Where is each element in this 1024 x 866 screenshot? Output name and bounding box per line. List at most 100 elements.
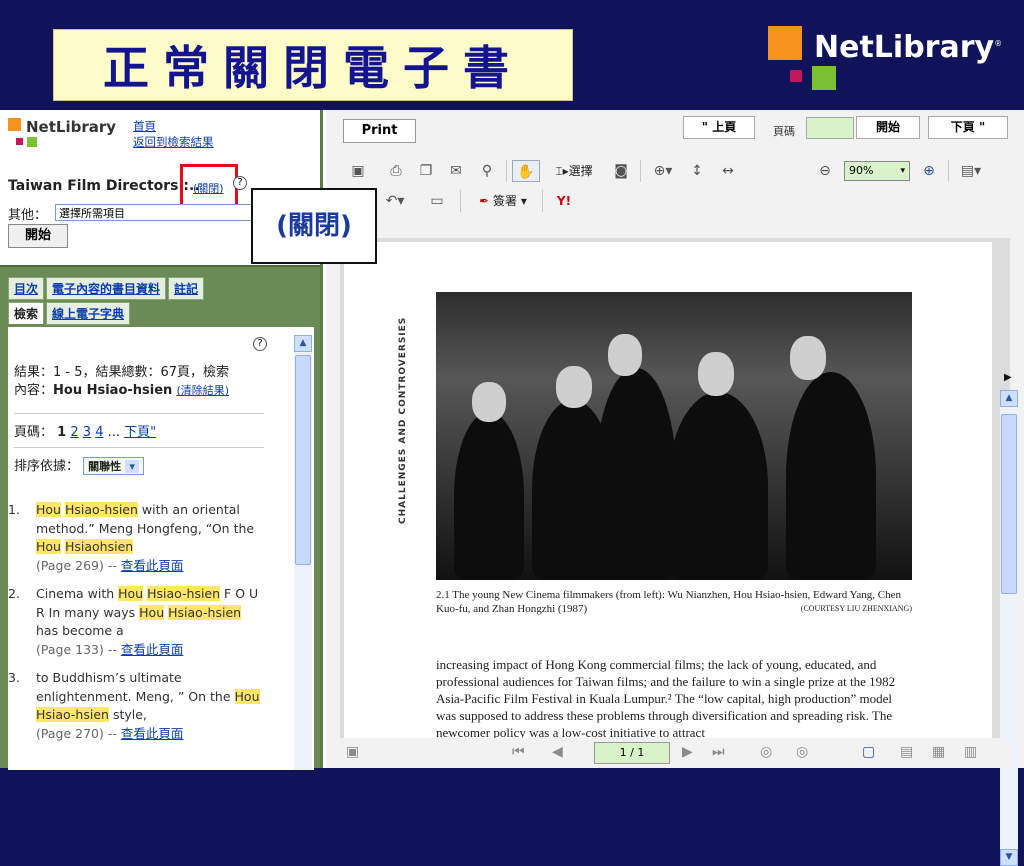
next-page-button[interactable]: 下頁 " [928,116,1008,139]
continuous-facing-icon[interactable]: ▥ [964,744,977,760]
brand-squares-icon [768,26,836,94]
pager-page[interactable]: 4 [95,425,103,440]
pager-page[interactable]: 3 [83,425,91,440]
results-summary-1: 結果：1 - 5，結果總數：67頁，檢索 [14,365,230,380]
chevron-down-icon: ▾ [900,166,905,176]
sign-button[interactable]: ✒ 簽署 ▾ [470,190,536,212]
prev-page-button[interactable]: " 上頁 [683,116,755,139]
sort-select[interactable]: 關聯性 ▾ [83,457,145,475]
result-item: 1. Hou Hsiao-hsien with an oriental metho… [8,502,255,573]
scroll-thumb[interactable] [1001,414,1017,594]
start-button[interactable]: 開始 [8,224,68,248]
back-icon[interactable]: ◎ [760,744,772,760]
search-results: ? ▲ 結果：1 - 5，結果總數：67頁，檢索 內容：Hou Hsiao-hs… [8,327,314,770]
pager-next-link[interactable]: 下頁" [124,425,156,440]
result-item: 3. to Buddhism’s ultimate enlightenment. … [8,670,260,741]
continuous-icon[interactable]: ▤ [900,744,913,760]
facing-icon[interactable]: ▦ [932,744,945,760]
last-page-icon[interactable]: ⏭ [712,744,725,760]
photo-credit: (COURTESY LIU ZHENXIANG) [800,604,912,613]
registered-mark: ® [994,39,1003,48]
page-options-icon[interactable]: ▤▾ [954,160,988,182]
reader-app: NetLibrary 首頁 返回到檢索結果 Taiwan Film Direct… [0,110,1024,866]
rotate-icon[interactable]: ↶▾ [380,190,410,212]
tab-bibliographic[interactable]: 電子內容的書目資料 [46,277,167,300]
home-link[interactable]: 首頁 [133,119,156,133]
page-indicator: 1 / 1 [594,742,670,764]
top-nav-row: Print " 上頁 頁碼 開始 下頁 " [326,110,1024,152]
chevron-down-icon: ▾ [125,460,140,473]
expand-arrow-icon[interactable]: ▶ [1004,372,1018,388]
fit-page-icon[interactable]: ↕ [686,160,708,182]
zoom-select[interactable]: 90% ▾ [844,161,910,181]
scroll-up-icon[interactable]: ▲ [294,335,312,352]
pager: 頁碼： 1 2 3 4 ... 下頁" [14,425,157,440]
scroll-up-icon[interactable]: ▲ [1000,390,1018,407]
left-tab-panel: 目次 電子內容的書目資料 註記 檢索 線上電子字典 ? ▲ 結果：1 - 5，結果總數… [0,265,320,770]
results-scrollbar[interactable]: ▲ [294,335,312,770]
reader-toolbar: ▣ ⎙ ❐ ✉ ⚲ ✋ ⌶▸選擇 ◙ ⊕▾ ↕ ↔ ⊖ 90% ▾ ⊕ ▤▾ ↶▾… [340,156,1008,228]
tab-row-1: 目次 電子內容的書目資料 註記 [8,277,206,300]
pager-current: 1 [57,425,67,440]
tab-notes[interactable]: 註記 [168,277,205,300]
help-icon[interactable]: ? [233,176,247,190]
page-icon[interactable]: ▭ [426,190,448,212]
single-page-icon[interactable]: ▢ [862,744,875,760]
slide-title: 正常關閉電子書 [103,41,523,95]
document-scrollbar[interactable]: ▲ ▼ [1000,390,1018,866]
slide-title-box: 正常關閉電子書 [53,29,573,101]
prev-page-icon[interactable]: ◀ [552,744,563,760]
print-button[interactable]: Print [343,119,416,143]
zoom-in-tool-icon[interactable]: ⊕▾ [646,160,680,182]
tab-row-2: 檢索 線上電子字典 [8,302,132,325]
go-button[interactable]: 開始 [856,116,920,139]
printer-icon[interactable]: ⎙ [386,160,406,182]
hand-tool-icon[interactable]: ✋ [512,160,540,182]
page-body-text: increasing impact of Hong Kong commercia… [436,657,896,738]
document-viewer: CHALLENGES AND CONTROVERSIES 2.1 The you… [340,238,1018,866]
book-title: Taiwan Film Directors :.. [8,178,200,194]
save-icon[interactable]: ▣ [348,160,368,182]
results-list: 1. Hou Hsiao-hsien with an oriental metho… [8,501,266,753]
film-photo [436,292,912,580]
close-callout: (關閉) [251,188,377,264]
email-icon[interactable]: ✉ [446,160,466,182]
copy-icon[interactable]: ❐ [416,160,436,182]
right-panel: Print " 上頁 頁碼 開始 下頁 " ▣ ⎙ ❐ ✉ ⚲ ✋ ⌶▸選擇 ◙… [326,110,1024,866]
tab-dictionary[interactable]: 線上電子字典 [46,302,131,325]
snapshot-icon[interactable]: ◙ [610,160,632,182]
tab-contents[interactable]: 目次 [8,277,45,300]
yahoo-icon[interactable]: Y! [552,190,576,212]
result-item: 2. Cinema with Hou Hsiao-hsien F O U R In… [8,586,259,657]
view-page-link[interactable]: 查看此頁面 [121,726,184,741]
pen-icon: ✒ [479,194,490,208]
other-select[interactable]: 選擇所需項目 [55,204,255,221]
view-page-link[interactable]: 查看此頁面 [121,558,184,573]
sort-row: 排序依據： 關聯性 ▾ [14,455,145,475]
back-to-results-link[interactable]: 返回到檢索結果 [133,135,214,149]
tab-search[interactable]: 檢索 [8,302,45,324]
pager-page[interactable]: 2 [70,425,78,440]
view-page-link[interactable]: 查看此頁面 [121,642,184,657]
forward-icon[interactable]: ◎ [796,744,808,760]
other-label: 其他： [8,208,48,223]
binoculars-icon[interactable]: ⚲ [476,160,498,182]
scroll-down-icon[interactable]: ▼ [1000,849,1018,866]
scroll-thumb[interactable] [295,355,311,565]
next-page-icon[interactable]: ▶ [682,744,693,760]
zoom-out-icon[interactable]: ⊖ [814,160,836,182]
toggle-panel-icon[interactable]: ▣ [346,744,359,760]
first-page-icon[interactable]: ⏮ [512,744,525,760]
figure-caption: 2.1 The young New Cinema filmmakers (fro… [436,589,912,615]
fit-width-icon[interactable]: ↔ [716,160,740,182]
results-help-icon[interactable]: ? [253,337,267,351]
zoom-in-icon[interactable]: ⊕ [918,160,940,182]
page-navigation-bar: ▣ ⏮ ◀ 1 / 1 ▶ ⏭ ◎ ◎ ▢ ▤ ▦ ▥ [340,740,1010,768]
page-input[interactable] [806,117,854,139]
netlibrary-logo[interactable]: NetLibrary [8,118,128,158]
page-label: 頁碼 [773,125,795,138]
select-tool-button[interactable]: ⌶▸選擇 [546,160,602,182]
document-page: CHALLENGES AND CONTROVERSIES 2.1 The you… [344,242,992,738]
clear-results-link[interactable]: (清除結果) [176,384,229,397]
search-term: Hou Hsiao-hsien [53,383,173,398]
